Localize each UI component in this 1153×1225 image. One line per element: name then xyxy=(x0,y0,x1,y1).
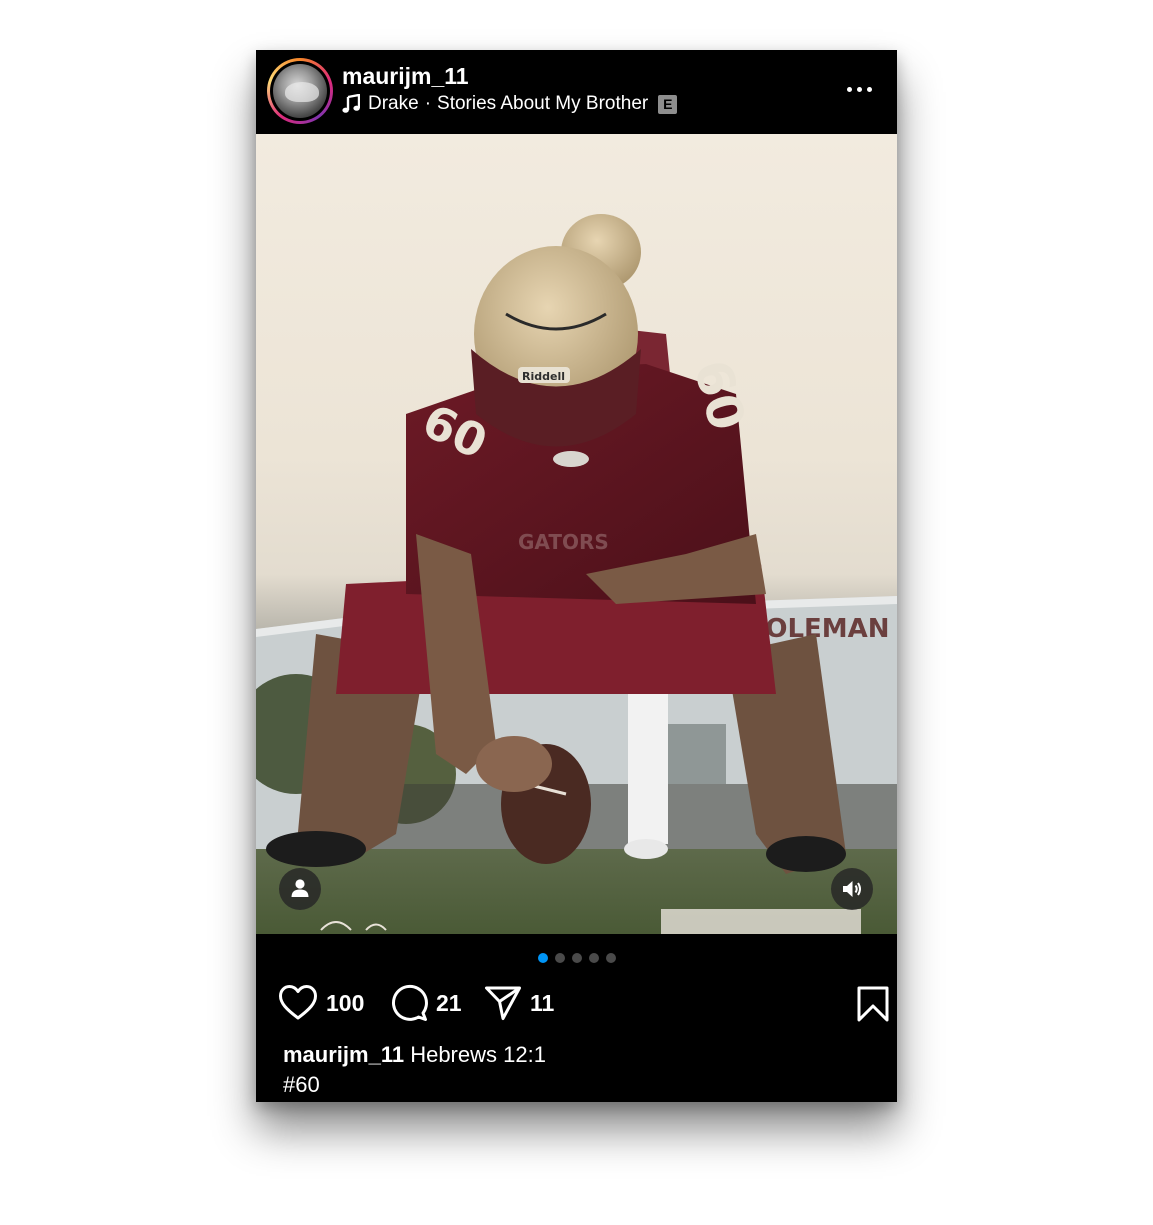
music-attribution[interactable]: Drake · Stories About My Brother E xyxy=(342,92,678,116)
caption-username[interactable]: maurijm_11 xyxy=(283,1042,404,1067)
action-bar: 100 21 11 xyxy=(278,983,889,1023)
more-options-button[interactable] xyxy=(841,80,879,100)
share-button[interactable]: 11 xyxy=(484,983,554,1023)
post-photo[interactable]: GOLEMAN 60 60 GATORS Riddell xyxy=(256,134,897,934)
avatar[interactable] xyxy=(273,64,327,118)
save-button[interactable] xyxy=(856,986,890,1022)
sound-toggle-button[interactable] xyxy=(831,868,873,910)
carousel-dot-2 xyxy=(555,953,565,963)
carousel-dot-5 xyxy=(606,953,616,963)
comment-icon xyxy=(392,984,428,1021)
like-count[interactable]: 100 xyxy=(326,990,364,1017)
helmet-brand-text: Riddell xyxy=(522,370,565,383)
person-icon xyxy=(291,879,309,897)
post-caption: maurijm_11 Hebrews 12:1 #60 xyxy=(283,1040,873,1100)
tagged-people-button[interactable] xyxy=(279,868,321,910)
bookmark-icon xyxy=(857,986,889,1022)
post-username[interactable]: maurijm_11 xyxy=(342,63,469,90)
caption-text: Hebrews 12:1 xyxy=(410,1042,546,1067)
music-note-icon xyxy=(342,94,360,113)
carousel-dot-1 xyxy=(538,953,548,963)
comment-button[interactable]: 21 xyxy=(390,983,462,1023)
carousel-indicator xyxy=(538,953,616,963)
instagram-post: maurijm_11 Drake · Stories About My Brot… xyxy=(256,50,897,1102)
caption-hashtag[interactable]: #60 xyxy=(283,1070,873,1100)
like-button[interactable]: 100 xyxy=(278,983,364,1023)
share-count[interactable]: 11 xyxy=(530,990,554,1017)
send-icon xyxy=(485,986,521,1020)
speaker-icon xyxy=(843,881,861,897)
heart-icon xyxy=(279,985,317,1020)
story-ring[interactable] xyxy=(267,58,333,124)
explicit-badge: E xyxy=(658,94,678,114)
music-artist: Drake xyxy=(368,93,419,114)
carousel-dot-4 xyxy=(589,953,599,963)
music-separator: · xyxy=(424,93,432,114)
post-header: maurijm_11 Drake · Stories About My Brot… xyxy=(256,50,897,134)
music-song: Stories About My Brother xyxy=(437,93,649,114)
carousel-dot-3 xyxy=(572,953,582,963)
football-player-photo: GOLEMAN 60 60 GATORS Riddell xyxy=(256,214,897,934)
jersey-team-text: GATORS xyxy=(518,530,609,554)
comment-count[interactable]: 21 xyxy=(436,990,462,1017)
